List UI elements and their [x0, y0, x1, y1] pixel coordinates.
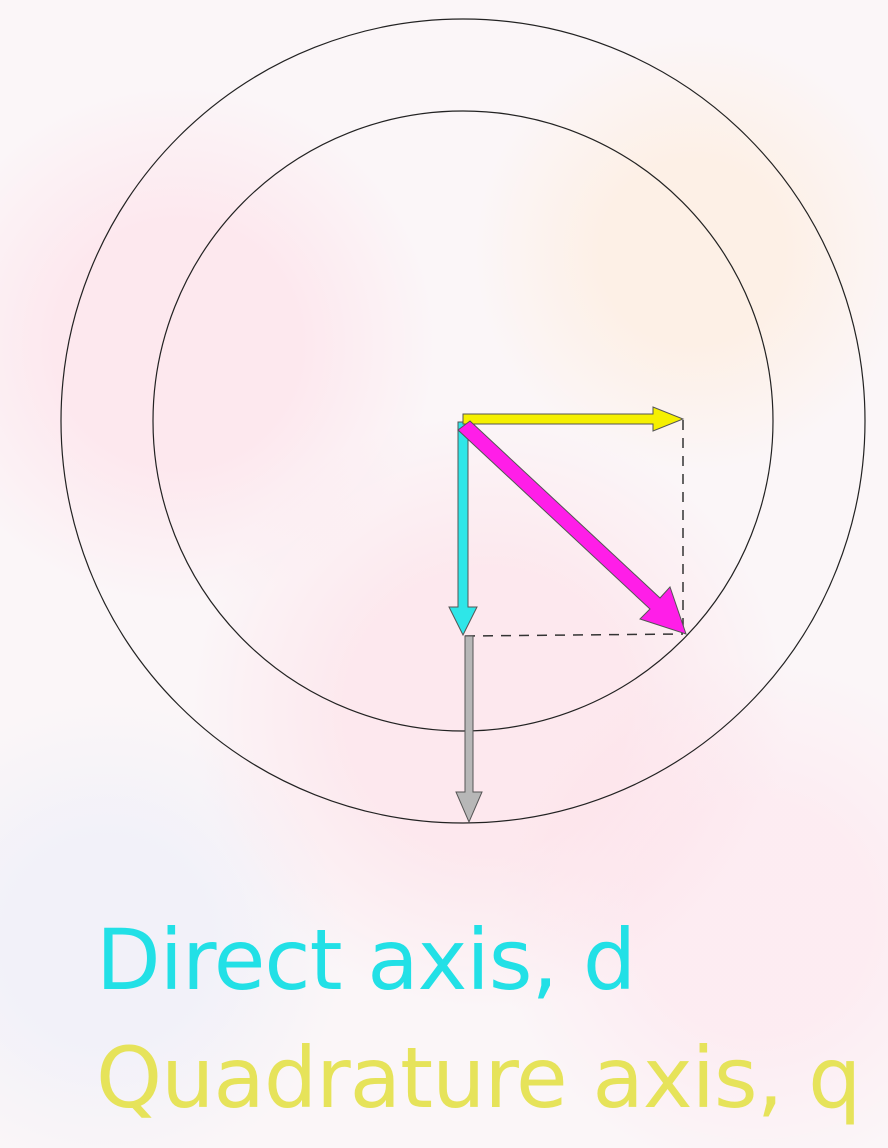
d-axis-arrow-icon [448, 421, 478, 637]
q-axis-arrow-icon [462, 406, 685, 432]
reference-arrow-icon [455, 635, 483, 824]
diagram-stage: Direct axis, d Quadrature axis, q [0, 0, 888, 1148]
quadrature-axis-label: Quadrature axis, q [96, 1029, 861, 1127]
resultant-arrow-icon [457, 420, 687, 635]
direct-axis-label: Direct axis, d [96, 911, 636, 1009]
dq-axis-diagram [60, 18, 866, 824]
d-projection-line [464, 633, 684, 637]
